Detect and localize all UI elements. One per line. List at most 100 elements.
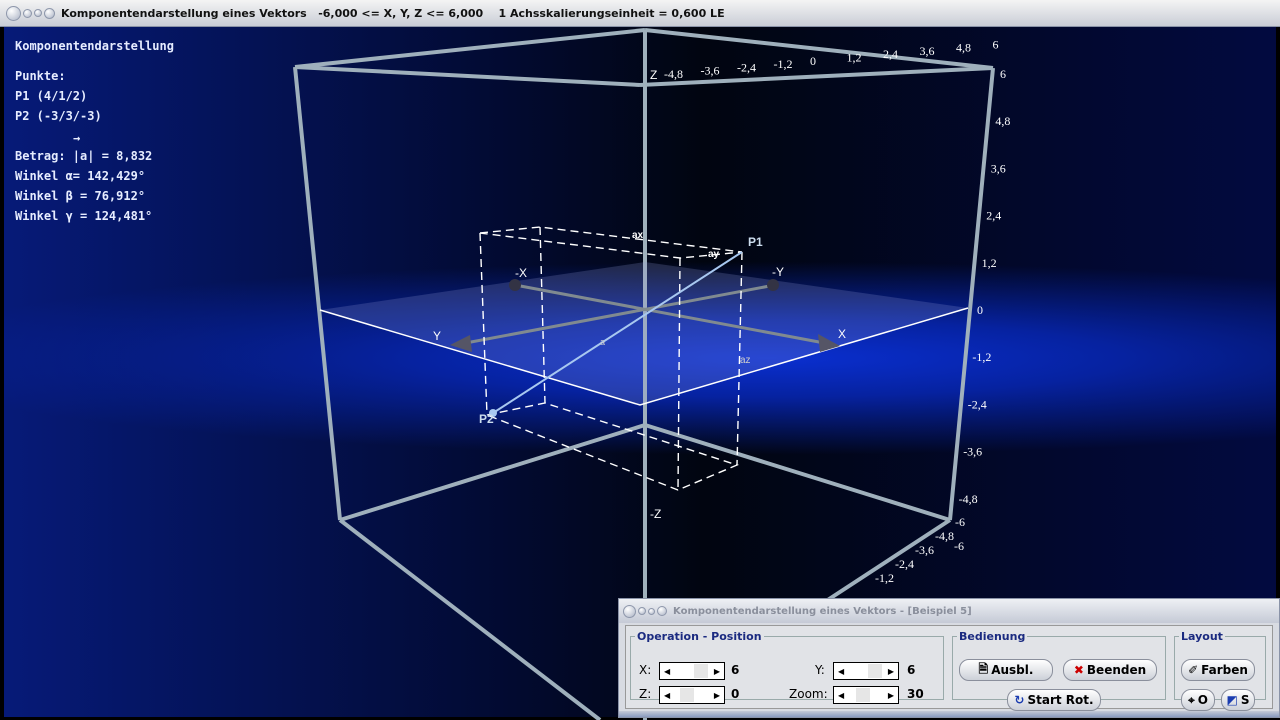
xy-plane (320, 262, 968, 405)
vector-magnitude: Betrag: |a| = 8,832 (15, 149, 153, 163)
z-value: 0 (731, 687, 740, 701)
bottom-tick-label: -1,2 (875, 571, 894, 585)
x-label: X: (639, 663, 652, 677)
window-controls[interactable] (6, 5, 55, 21)
document-icon: 🗎 (978, 661, 989, 676)
right-tick-label: 2,4 (986, 209, 1001, 223)
arrow-left-icon[interactable]: ◀ (664, 667, 670, 676)
x-value: 6 (731, 663, 740, 677)
points-label: Punkte: (15, 69, 66, 83)
angle-beta: Winkel β = 76,912° (15, 189, 146, 203)
window-titlebar: Komponentendarstellung eines Vektors -6,… (0, 0, 1280, 27)
close-icon: ✖ (1073, 663, 1084, 677)
point-label-p2: P2 (479, 412, 494, 426)
component-label-ax: ax (632, 230, 644, 241)
slider-thumb[interactable] (694, 664, 708, 678)
neg-y-axis-end (767, 279, 779, 291)
component-label-az: az (740, 355, 751, 366)
window-button[interactable] (623, 604, 636, 618)
y-value: 6 (907, 663, 916, 677)
right-tick-label: 3,6 (991, 161, 1006, 175)
arrow-right-icon[interactable]: ▶ (714, 691, 720, 700)
top-tick-label: -2,4 (737, 60, 756, 74)
slider-thumb[interactable] (680, 688, 694, 702)
slider-thumb[interactable] (856, 688, 870, 702)
ausblenden-label: Ausbl. (991, 663, 1034, 677)
right-tick-label: -4,8 (959, 492, 978, 506)
arrow-right-icon[interactable]: ▶ (888, 667, 894, 676)
bottom-tick-label: -2,4 (895, 557, 914, 571)
arrow-right-icon[interactable]: ▶ (714, 667, 720, 676)
right-tick-label: 6 (1000, 67, 1006, 81)
arrow-left-icon[interactable]: ◀ (664, 691, 670, 700)
top-tick-label: 4,8 (956, 41, 971, 55)
axis-label-z: Z (650, 68, 657, 82)
panel-window-controls[interactable] (623, 604, 667, 618)
panel-bottom-border (619, 711, 1279, 717)
layout-group: Layout ✐ Farben ⌖ O ◩ S (1174, 630, 1266, 711)
point-p1-coords: P1 (4/1/2) (15, 89, 88, 103)
paint-brush-icon: ✐ (1188, 663, 1199, 677)
beenden-label: Beenden (1086, 663, 1147, 677)
window-button[interactable] (6, 5, 21, 21)
arrow-left-icon[interactable]: ◀ (838, 667, 844, 676)
vector-arrow-symbol: → (73, 131, 81, 145)
control-panel-window: Komponentendarstellung eines Vektors - [… (618, 598, 1280, 718)
bottom-tick-label: -6 (955, 515, 965, 529)
z-slider[interactable]: ◀ ▶ (659, 686, 725, 704)
zoom-value: 30 (907, 687, 924, 701)
right-tick-label: -6 (954, 539, 964, 553)
right-tick-label: -1,2 (972, 350, 991, 364)
right-tick-label: 0 (977, 303, 983, 317)
farben-button[interactable]: ✐ Farben (1181, 659, 1255, 681)
top-tick-label: 0 (810, 54, 816, 68)
arrow-right-icon[interactable]: ▶ (888, 691, 894, 700)
top-tick-label: 1,2 (847, 51, 862, 65)
operation-legend: Operation - Position (637, 630, 762, 643)
window-menu-icon[interactable] (657, 606, 667, 616)
y-label: Y: (815, 663, 825, 677)
beenden-button[interactable]: ✖ Beenden (1063, 659, 1157, 681)
zoom-label: Zoom: (789, 687, 828, 701)
info-panel: Komponentendarstellung Punkte: P1 (4/1/2… (15, 36, 174, 226)
window-button[interactable] (638, 607, 646, 615)
right-tick-label: 4,8 (995, 114, 1010, 128)
top-tick-label: 6 (993, 37, 999, 51)
angle-gamma: Winkel γ = 124,481° (15, 209, 153, 223)
arrow-left-icon[interactable]: ◀ (838, 691, 844, 700)
neg-x-axis-end (509, 279, 521, 291)
window-button[interactable] (648, 607, 655, 615)
info-heading: Komponentendarstellung (15, 39, 174, 53)
angle-alpha: Winkel α= 142,429° (15, 169, 146, 183)
bedienung-group: Bedienung 🗎 Ausbl. ✖ Beenden ↻ Start Rot. (952, 630, 1166, 711)
operation-position-group: Operation - Position X: ◀ ▶ 6 Y: ◀ ▶ 6 Z: … (630, 630, 944, 704)
axis-label-neg-y: -Y (772, 265, 784, 279)
origin-button[interactable]: ⌖ O (1181, 689, 1215, 711)
origin-label: O (1197, 693, 1208, 707)
y-slider[interactable]: ◀ ▶ (833, 662, 899, 680)
paint-bucket-icon: ◩ (1226, 693, 1238, 707)
window-button[interactable] (23, 8, 32, 18)
bottom-tick-label: -4,8 (935, 529, 954, 543)
bedienung-legend: Bedienung (959, 630, 1026, 643)
window-menu-icon[interactable] (44, 7, 55, 19)
point-p2-coords: P2 (-3/3/-3) (15, 109, 102, 123)
point-label-p1: P1 (748, 235, 763, 249)
start-rotation-label: Start Rot. (1027, 693, 1094, 707)
panel-title: Komponentendarstellung eines Vektors - [… (673, 605, 972, 617)
z-label: Z: (639, 687, 652, 701)
window-button[interactable] (34, 9, 42, 17)
ausblenden-button[interactable]: 🗎 Ausbl. (959, 659, 1053, 681)
rotate-icon: ↻ (1014, 693, 1025, 707)
bottom-tick-label: -3,6 (915, 543, 934, 557)
top-tick-label: -3,6 (701, 64, 720, 78)
zoom-slider[interactable]: ◀ ▶ (833, 686, 899, 704)
right-tick-label: -2,4 (968, 397, 987, 411)
slider-thumb[interactable] (868, 664, 882, 678)
component-label-ay: ay (708, 249, 720, 260)
x-slider[interactable]: ◀ ▶ (659, 662, 725, 680)
axis-label-y: Y (433, 329, 441, 343)
top-tick-label: 3,6 (920, 44, 935, 58)
start-rotation-button[interactable]: ↻ Start Rot. (1007, 689, 1101, 711)
s-button[interactable]: ◩ S (1221, 689, 1255, 711)
